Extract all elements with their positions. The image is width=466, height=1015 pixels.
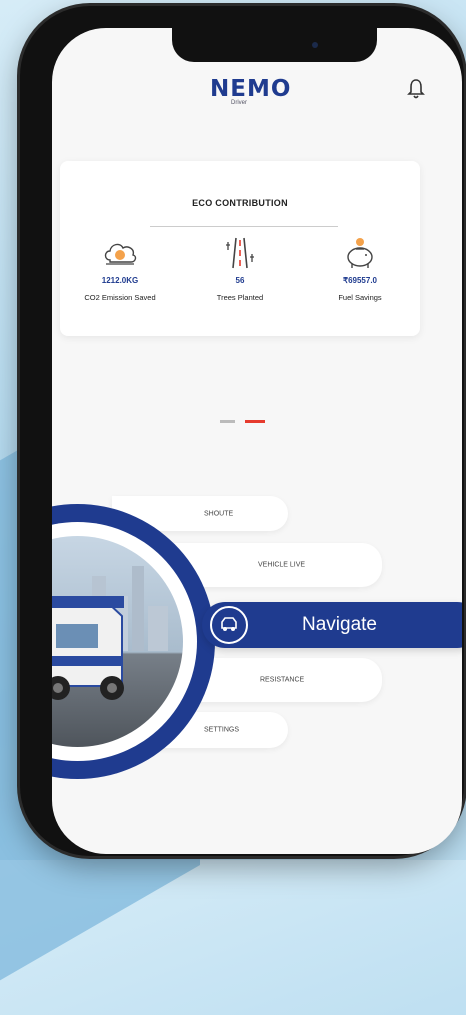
phone-notch <box>172 28 377 62</box>
stat-trees-value: 56 <box>235 276 245 285</box>
eco-title: ECO CONTRIBUTION <box>192 198 288 208</box>
menu-item-label: RESISTANCE <box>260 676 305 684</box>
stat-fuel-label: Fuel Savings <box>338 293 382 302</box>
stat-fuel-value: ₹69557.0 <box>342 276 377 285</box>
carousel-indicator <box>220 413 266 431</box>
piggy-bank-icon <box>300 236 420 270</box>
co2-cloud-icon <box>60 236 180 270</box>
carousel-dot-1[interactable] <box>220 420 235 424</box>
app-logo: NEMO Driver <box>210 76 290 106</box>
stat-co2-value: 1212.0KG <box>101 276 139 285</box>
stat-trees: 56 Trees Planted <box>180 236 300 302</box>
menu-item-label: SETTINGS <box>204 726 240 734</box>
stat-co2: 1212.0KG CO2 Emission Saved <box>60 236 180 302</box>
camera-dot <box>312 42 318 48</box>
eco-contribution-card: ECO CONTRIBUTION 1212.0KG CO2 Emission S… <box>60 161 420 336</box>
eco-divider <box>150 226 338 227</box>
navigate-vehicle-icon[interactable] <box>210 606 248 644</box>
carousel-dot-2[interactable] <box>245 420 266 424</box>
road-trees-icon <box>180 236 300 270</box>
stat-fuel: ₹69557.0 Fuel Savings <box>300 236 420 302</box>
stat-co2-label: CO2 Emission Saved <box>84 293 156 302</box>
notification-bell-icon[interactable] <box>407 78 425 100</box>
menu-item-label: VEHICLE LIVE <box>258 561 306 569</box>
logo-text: NEMO <box>210 76 292 102</box>
menu-item-label: SHOUTE <box>204 510 234 517</box>
navigate-label: Navigate <box>302 614 377 635</box>
phone-frame: NEMO Driver ECO CONTRIBUTION 1212.0KG CO… <box>20 6 464 856</box>
app-screen: NEMO Driver ECO CONTRIBUTION 1212.0KG CO… <box>52 28 462 854</box>
stat-trees-label: Trees Planted <box>216 293 264 302</box>
